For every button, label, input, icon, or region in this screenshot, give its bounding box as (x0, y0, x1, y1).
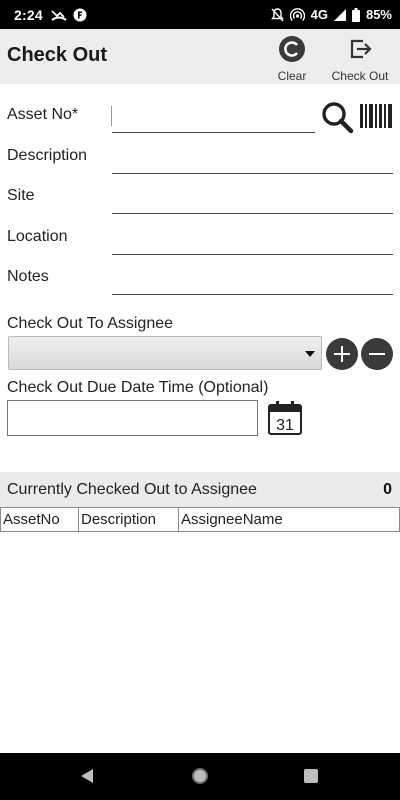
network-type: 4G (310, 7, 328, 22)
assignee-label: Check Out To Assignee (7, 315, 174, 332)
calendar-day: 31 (276, 417, 294, 434)
notes-input[interactable] (112, 265, 393, 295)
clear-button[interactable]: Clear (270, 35, 314, 83)
status-time: 2:24 (14, 6, 43, 23)
clear-label: Clear (277, 69, 307, 83)
signal-icon (333, 8, 346, 21)
location-input[interactable] (112, 225, 393, 255)
refresh-circle-icon (278, 35, 306, 66)
battery-icon (351, 7, 360, 22)
back-icon[interactable] (81, 769, 93, 783)
remove-assignee-button[interactable] (361, 338, 393, 370)
checkout-label: Check Out (331, 69, 389, 83)
search-icon[interactable] (320, 100, 354, 139)
description-input[interactable] (112, 144, 393, 174)
site-input[interactable] (112, 184, 393, 214)
home-icon[interactable] (192, 768, 208, 784)
notifications-off-icon (270, 7, 284, 22)
table-header: AssetNo Description AssigneeName (0, 508, 400, 532)
checked-out-table[interactable]: AssetNo Description AssigneeName (0, 507, 400, 753)
navigation-bar (0, 753, 400, 800)
page-title: Check Out (7, 44, 108, 66)
summary-label: Currently Checked Out to Assignee (7, 481, 257, 498)
asset-no-label: Asset No* (7, 106, 79, 123)
summary-count: 0 (383, 481, 392, 498)
column-header-assigneename[interactable]: AssigneeName (179, 508, 400, 531)
battery-percent: 85% (365, 7, 392, 22)
assignee-dropdown[interactable] (8, 336, 322, 370)
location-label: Location (7, 228, 68, 245)
add-assignee-button[interactable] (326, 338, 358, 370)
notes-label: Notes (7, 268, 49, 285)
exit-arrow-icon (346, 35, 374, 66)
recent-apps-icon[interactable] (304, 769, 318, 783)
due-date-input[interactable] (7, 400, 258, 436)
calendar-icon[interactable]: 31 (267, 400, 303, 441)
column-header-assetno[interactable]: AssetNo (0, 508, 79, 531)
app-notification-icon (73, 8, 87, 22)
status-bar: 2:24 4G 85% (0, 0, 400, 29)
column-header-description[interactable]: Description (79, 508, 179, 531)
asset-no-input[interactable] (112, 103, 315, 133)
missed-call-icon (51, 8, 67, 22)
chevron-down-icon (305, 351, 315, 357)
barcode-icon[interactable] (360, 102, 392, 135)
summary-bar: Currently Checked Out to Assignee 0 (0, 472, 400, 507)
hotspot-icon (289, 7, 305, 22)
description-label: Description (7, 147, 88, 164)
checkout-button[interactable]: Check Out (326, 35, 394, 83)
site-label: Site (7, 187, 35, 204)
app-bar: Check Out Clear Check Out (0, 29, 400, 84)
due-date-label: Check Out Due Date Time (Optional) (7, 379, 269, 396)
